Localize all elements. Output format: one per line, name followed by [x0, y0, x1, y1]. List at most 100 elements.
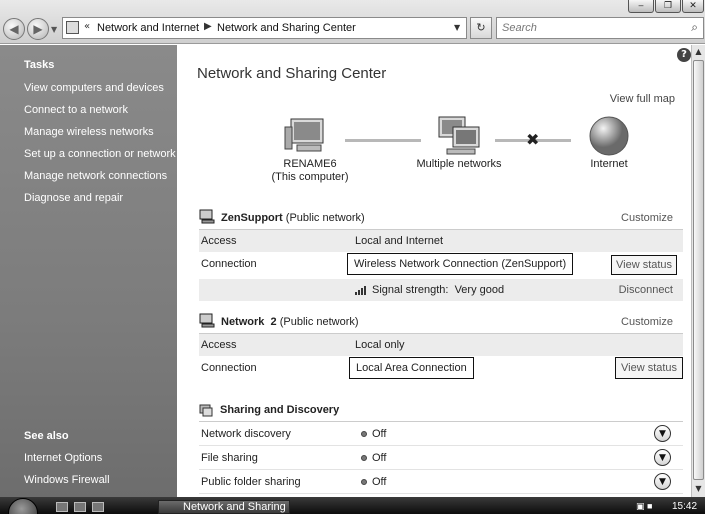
setting-value: Off [372, 428, 387, 440]
map-middle-label: Multiple networks [416, 158, 502, 170]
network-name: ZenSupport [221, 212, 283, 224]
quick-launch-icon[interactable] [56, 502, 68, 512]
sidebar: Tasks View computers and devices Connect… [0, 45, 177, 497]
network-section-zensupport: ZenSupport (Public network) Customize Ac… [199, 207, 683, 301]
search-box[interactable]: Search ⌕ [496, 17, 704, 39]
sharing-heading: Sharing and Discovery [220, 404, 340, 416]
breadcrumb-overflow-icon[interactable]: « [84, 21, 90, 32]
tasks-heading: Tasks [24, 59, 55, 71]
breadcrumb-network-and-internet[interactable]: Network and Internet [97, 22, 199, 34]
computer-sub: (This computer) [271, 171, 349, 183]
wireless-connection-link[interactable]: Wireless Network Connection (ZenSupport) [347, 253, 574, 275]
map-link-line [345, 139, 421, 142]
setting-label: Network discovery [201, 428, 291, 440]
task-setup-connection[interactable]: Set up a connection or network [24, 148, 176, 160]
view-full-map-link[interactable]: View full map [610, 93, 675, 105]
see-also-internet-options[interactable]: Internet Options [24, 452, 102, 464]
expand-chevron-icon[interactable]: ▼ [654, 473, 671, 490]
network-name: Network 2 [221, 316, 277, 328]
computer-icon[interactable] [283, 115, 331, 157]
public-folder-sharing-row: Public folder sharing Off ▼ [199, 470, 683, 494]
broken-link-x-icon[interactable]: ✖ [526, 130, 539, 149]
file-sharing-row: File sharing Off ▼ [199, 446, 683, 470]
search-icon[interactable]: ⌕ [691, 20, 698, 35]
setting-label: Public folder sharing [201, 476, 301, 488]
customize-link[interactable]: Customize [621, 316, 673, 328]
task-manage-wireless[interactable]: Manage wireless networks [24, 126, 154, 138]
task-view-computers[interactable]: View computers and devices [24, 82, 164, 94]
view-status-button[interactable]: View status [615, 357, 684, 379]
setting-label: File sharing [201, 452, 258, 464]
network-name-line: ZenSupport (Public network) [221, 212, 365, 224]
network-name-line: Network 2 (Public network) [221, 316, 359, 328]
network-icon [199, 209, 215, 224]
expand-chevron-icon[interactable]: ▼ [654, 425, 671, 442]
maximize-button[interactable]: ❐ [655, 0, 681, 13]
address-dropdown-icon[interactable]: ▼ [454, 23, 460, 32]
signal-row: Signal strength: Very good Disconnect [199, 279, 683, 301]
disconnect-link[interactable]: Disconnect [619, 284, 673, 296]
scroll-down-icon[interactable]: ▼ [692, 482, 705, 496]
map-computer-label: RENAME6 (This computer) [265, 158, 355, 184]
sharing-icon [199, 404, 213, 417]
back-button[interactable]: ◀ [3, 18, 25, 40]
network-icon [199, 313, 215, 328]
tray-icons[interactable]: ▣ ■ [636, 501, 652, 512]
taskbar-window-button[interactable]: Network and Sharing [158, 500, 290, 514]
network-type: (Public network) [285, 212, 365, 224]
task-diagnose-repair[interactable]: Diagnose and repair [24, 192, 123, 204]
window-titlebar: ‒ ❐ ✕ ◀ ▶ ▼ « Network and Internet ▶ Net… [0, 0, 705, 44]
clock[interactable]: 15:42 [672, 501, 697, 512]
quick-launch-icon[interactable] [74, 502, 86, 512]
help-icon[interactable]: ? [677, 48, 691, 62]
signal-label: Signal strength: [372, 284, 449, 296]
control-panel-icon [66, 21, 79, 34]
vertical-scrollbar[interactable]: ▲ ▼ [691, 45, 705, 497]
scroll-thumb[interactable] [693, 60, 704, 480]
address-bar[interactable]: « Network and Internet ▶ Network and Sha… [62, 17, 467, 39]
page-title: Network and Sharing Center [197, 65, 387, 82]
search-placeholder: Search [502, 22, 537, 34]
network-header: Network 2 (Public network) Customize [199, 311, 683, 333]
refresh-button[interactable]: ↻ [470, 17, 492, 39]
status-off-icon [361, 431, 367, 437]
access-value: Local only [355, 339, 405, 351]
signal-value: Very good [454, 284, 505, 296]
minimize-button[interactable]: ‒ [628, 0, 654, 13]
breadcrumb-network-and-sharing-center[interactable]: Network and Sharing Center [217, 22, 356, 34]
network-type: (Public network) [279, 316, 359, 328]
taskbar: Network and Sharing ▣ ■ 15:42 [0, 497, 705, 514]
status-off-icon [361, 479, 367, 485]
start-button[interactable] [8, 498, 38, 514]
connection-label: Connection [201, 258, 257, 270]
access-row: Access Local and Internet [199, 230, 683, 252]
scroll-up-icon[interactable]: ▲ [692, 45, 705, 59]
network-section-network2: Network 2 (Public network) Customize Acc… [199, 311, 684, 385]
setting-value: Off [372, 476, 387, 488]
quick-launch-icon[interactable] [92, 502, 104, 512]
status-off-icon [361, 455, 367, 461]
multiple-networks-icon[interactable] [435, 115, 483, 157]
local-area-connection-link[interactable]: Local Area Connection [349, 357, 474, 379]
access-label: Access [201, 235, 237, 247]
recent-pages-dropdown-icon[interactable]: ▼ [51, 25, 57, 34]
expand-chevron-icon[interactable]: ▼ [654, 449, 671, 466]
close-button[interactable]: ✕ [682, 0, 704, 13]
customize-link[interactable]: Customize [621, 212, 673, 224]
access-value: Local and Internet [355, 235, 444, 247]
see-also-windows-firewall[interactable]: Windows Firewall [24, 474, 110, 486]
breadcrumb-separator-icon[interactable]: ▶ [204, 21, 212, 32]
access-row: Access Local only [199, 334, 683, 356]
forward-button[interactable]: ▶ [27, 18, 49, 40]
computer-name: RENAME6 [283, 158, 337, 170]
view-status-button[interactable]: View status [611, 255, 678, 275]
network-discovery-row: Network discovery Off ▼ [199, 422, 683, 446]
main-content: ? Network and Sharing Center View full m… [177, 45, 691, 497]
setting-value: Off [372, 452, 387, 464]
task-connect-network[interactable]: Connect to a network [24, 104, 128, 116]
signal-strength-icon [355, 286, 366, 295]
internet-globe-icon[interactable] [587, 115, 631, 157]
task-manage-connections[interactable]: Manage network connections [24, 170, 167, 182]
see-also-heading: See also [24, 430, 69, 442]
access-label: Access [201, 339, 237, 351]
